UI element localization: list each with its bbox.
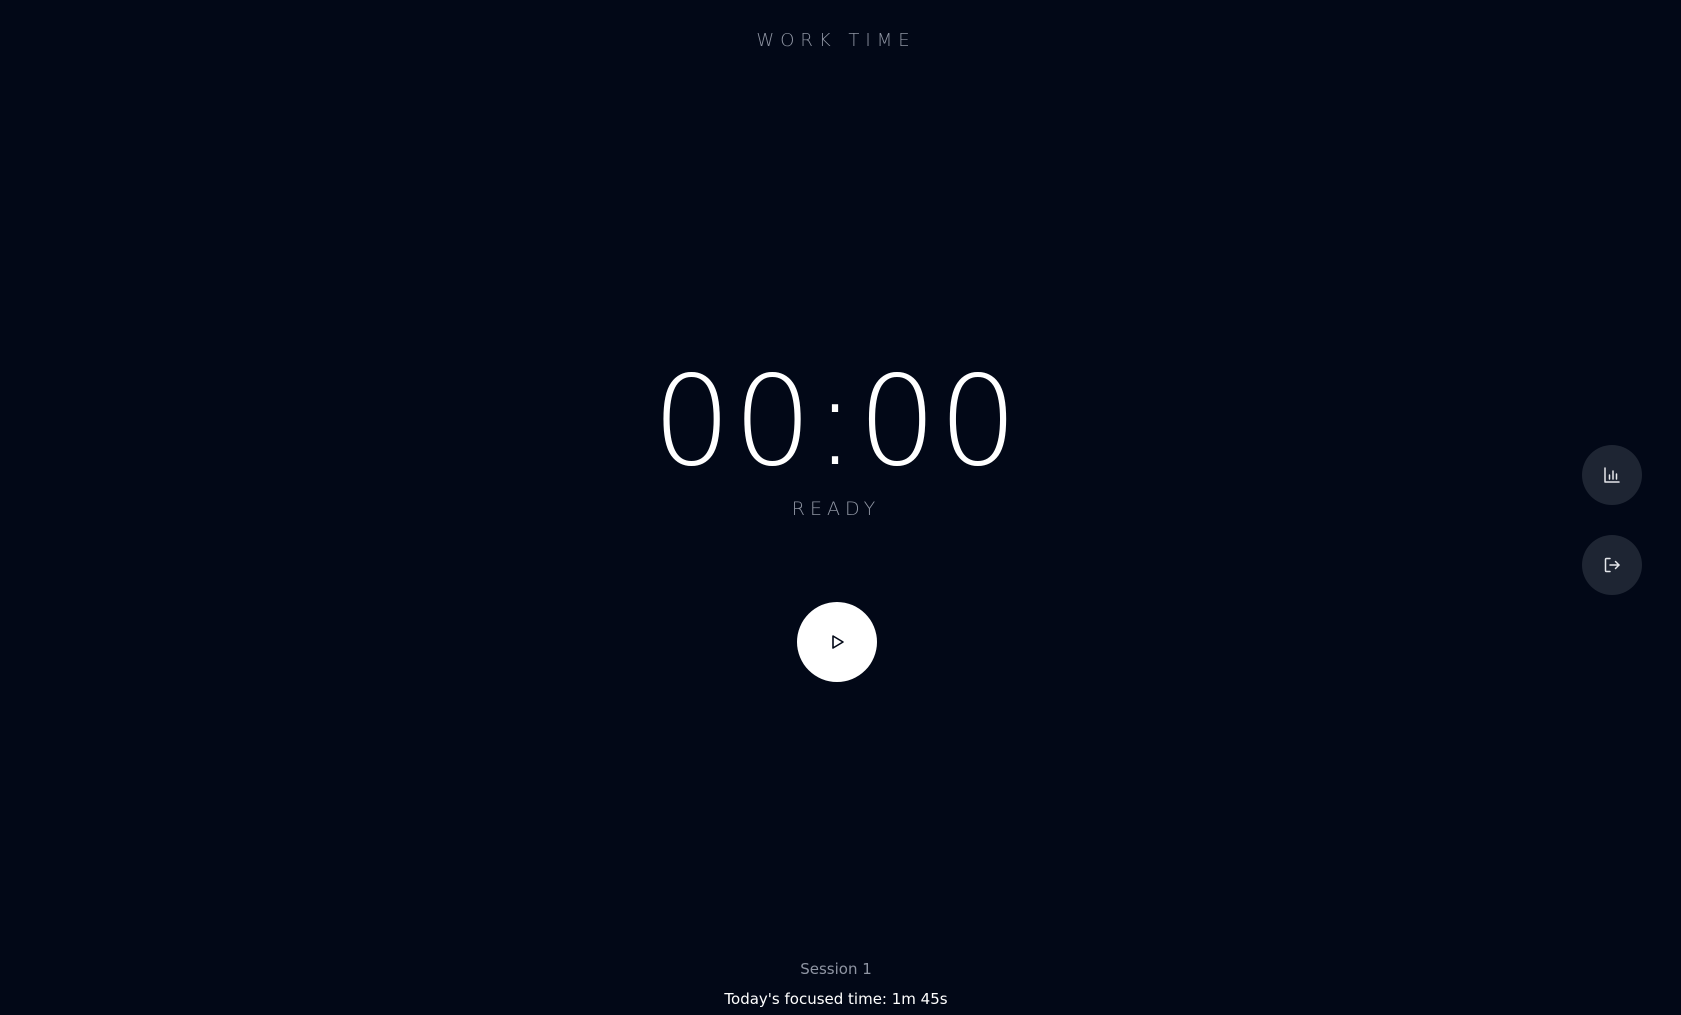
logout-icon: [1603, 556, 1621, 574]
play-button[interactable]: [797, 602, 877, 682]
timer-display: 00:00: [652, 350, 1020, 494]
logout-button[interactable]: [1582, 535, 1642, 595]
focused-time-label: Today's focused time:: [724, 990, 892, 1008]
focused-time: Today's focused time: 1m 45s: [0, 990, 1672, 1008]
bar-chart-icon: [1603, 466, 1621, 484]
stats-button[interactable]: [1582, 445, 1642, 505]
play-icon: [828, 633, 846, 651]
focused-time-value: 1m 45s: [891, 990, 948, 1008]
session-label: Session 1: [800, 960, 872, 978]
mode-label: WORK TIME: [756, 30, 916, 51]
timer-status: READY: [791, 498, 881, 520]
